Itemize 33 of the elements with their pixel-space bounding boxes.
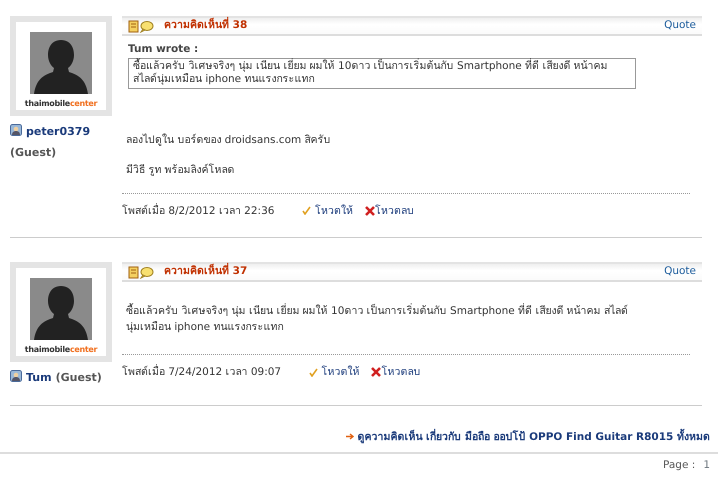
post-text: มีวิธี รูท พร้อมลิงค์โหลด — [126, 162, 236, 178]
username[interactable]: Tum — [26, 370, 52, 387]
brand-logo: thaimobilecenter — [24, 344, 98, 356]
post-text: ซื้อแล้วครับ วิเศษจริงๆ นุ่ม เนียน เยี่ยม ผมให้ 10ดาว เป็นการเริ่มต้นกับ Smartphone ที่ดี เสียงดี หน้าคม สไลด์นุ่มเหมือน iphone ทนแรงกระแทก — [126, 304, 630, 336]
vote-up-link[interactable]: โหวตให้ — [302, 204, 353, 220]
quote-author: Tum wrote : — [128, 42, 200, 57]
post-date: โพสต์เมื่อ 7/24/2012 เวลา 09:07 — [122, 365, 282, 380]
quote-text: ซื้อแล้วครับ วิเศษจริงๆ นุ่ม เนียน เยี่ยม ผมให้ 10ดาว เป็นการเริ่มต้นกับ Smartphone ที่ดี เสียงดี หน้าคม สไลด์นุ่มเหมือน iphone ทนแรงกระแทก — [128, 58, 636, 90]
all-comments-link[interactable]: ดูความคิดเห็น เกี่ยวกับ มือถือ ออปโป้ OPPO Find Guitar R8015 ทั้งหมด — [346, 430, 710, 446]
vote-up-link[interactable]: โหวตให้ — [309, 365, 360, 382]
cross-icon — [364, 206, 375, 216]
arrow-icon — [346, 433, 354, 440]
comment-number: ความคิดเห็นที่ 37 — [164, 264, 248, 280]
vote-down-link[interactable]: โหวตลบ — [371, 365, 420, 382]
check-icon — [309, 368, 318, 377]
cross-icon — [371, 367, 382, 378]
comment-number: ความคิดเห็นที่ 38 — [164, 18, 248, 34]
user-icon — [10, 370, 22, 382]
user-role: (Guest) — [56, 370, 102, 386]
vote-down-link[interactable]: โหวตลบ — [364, 204, 414, 220]
post-text: ลองไปดูใน บอร์ดของ droidsans.com สิครับ — [126, 133, 332, 148]
username[interactable]: peter0379 — [26, 124, 90, 140]
user-icon — [10, 124, 22, 136]
post-date: โพสต์เมื่อ 8/2/2012 เวลา 22:36 — [122, 204, 274, 219]
check-icon — [302, 206, 312, 216]
quote-link[interactable]: Quote — [664, 264, 696, 280]
quote-link[interactable]: Quote — [664, 18, 696, 34]
user-role: (Guest) — [10, 144, 56, 160]
brand-logo: thaimobilecenter — [24, 98, 98, 110]
page-label: Page : — [663, 458, 696, 473]
page-link[interactable]: 1 — [703, 458, 710, 474]
comment-icon — [128, 20, 154, 32]
comment-icon — [128, 266, 154, 279]
